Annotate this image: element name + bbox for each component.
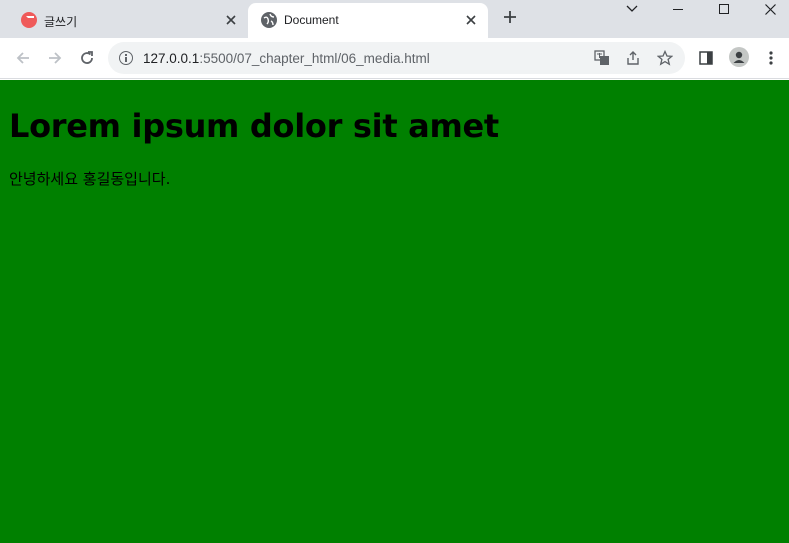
tab-document[interactable]: Document <box>248 3 488 38</box>
tab-close-icon[interactable] <box>462 11 480 29</box>
reload-button[interactable] <box>76 47 98 69</box>
page-paragraph: 안녕하세요 홍길동입니다. <box>9 170 171 188</box>
minimize-button[interactable] <box>655 0 701 18</box>
tab-strip: 글쓰기 Document <box>0 0 789 38</box>
site-info-icon[interactable] <box>119 51 133 65</box>
share-icon[interactable] <box>625 50 641 66</box>
page-content: Lorem ipsum dolor sit amet 안녕하세요 홍길동입니다. <box>0 80 789 543</box>
tab-favicon-icon <box>21 12 37 28</box>
globe-icon <box>261 12 277 28</box>
more-menu-icon[interactable] <box>762 49 780 67</box>
tab-close-icon[interactable] <box>222 11 240 29</box>
profile-avatar-icon[interactable] <box>729 47 749 67</box>
tab-search-button[interactable] <box>609 0 655 18</box>
tab-title: 글쓰기 <box>44 15 78 29</box>
side-panel-icon[interactable] <box>697 49 715 67</box>
address-bar[interactable]: 127.0.0.1:5500/07_chapter_html/06_media.… <box>108 42 685 74</box>
maximize-button[interactable] <box>701 0 747 18</box>
new-tab-button[interactable] <box>499 8 521 30</box>
forward-button[interactable] <box>44 47 66 69</box>
back-button[interactable] <box>12 47 34 69</box>
close-window-button[interactable] <box>747 0 789 18</box>
url-path: :5500/07_chapter_html/06_media.html <box>199 51 430 66</box>
page-heading: Lorem ipsum dolor sit amet <box>9 107 499 145</box>
bookmark-star-icon[interactable] <box>656 49 674 66</box>
browser-toolbar: 127.0.0.1:5500/07_chapter_html/06_media.… <box>0 38 789 79</box>
url-host: 127.0.0.1 <box>143 51 200 66</box>
url-text[interactable]: 127.0.0.1:5500/07_chapter_html/06_media.… <box>143 51 430 66</box>
translate-icon[interactable] <box>594 50 610 66</box>
tab-title: Document <box>284 13 339 27</box>
tab-writing[interactable]: 글쓰기 <box>8 3 248 38</box>
